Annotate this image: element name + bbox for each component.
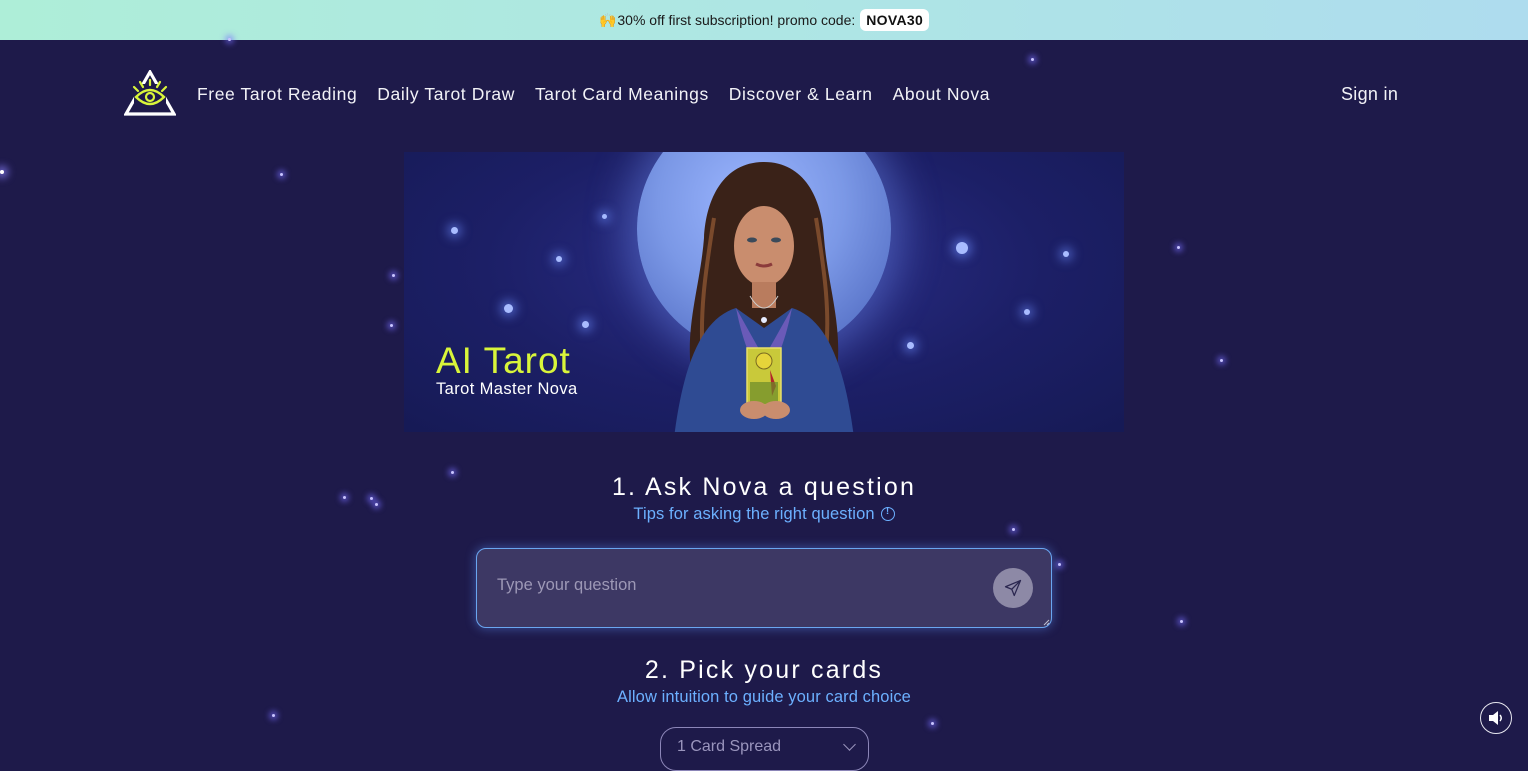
orb — [956, 242, 968, 254]
question-box — [476, 548, 1052, 628]
info-icon[interactable] — [880, 506, 895, 521]
nav-tarot-card-meanings[interactable]: Tarot Card Meanings — [535, 84, 709, 105]
nav-links: Free Tarot Reading Daily Tarot Draw Taro… — [197, 84, 990, 105]
tips-link-row: Tips for asking the right question — [0, 505, 1528, 524]
promo-text: 30% off first subscription! promo code: — [617, 12, 856, 28]
orb — [602, 214, 607, 219]
speaker-icon — [1489, 711, 1502, 725]
send-paper-plane-icon — [1004, 579, 1022, 597]
star — [280, 173, 283, 176]
star — [1058, 563, 1061, 566]
orb — [504, 304, 513, 313]
star — [272, 714, 275, 717]
star — [1220, 359, 1223, 362]
star — [1180, 620, 1183, 623]
chevron-down-icon — [843, 738, 856, 751]
nav-free-tarot-reading[interactable]: Free Tarot Reading — [197, 84, 357, 105]
step2-title: 2. Pick your cards — [644, 656, 884, 684]
star — [392, 274, 395, 277]
star — [1177, 246, 1180, 249]
star — [931, 722, 934, 725]
promo-banner: 🙌 30% off first subscription! promo code… — [0, 0, 1528, 40]
orb — [907, 342, 914, 349]
top-navigation: Free Tarot Reading Daily Tarot Draw Taro… — [0, 40, 1528, 152]
hero-banner: AI Tarot Tarot Master Nova — [404, 152, 1124, 432]
tips-link[interactable]: Tips for asking the right question — [633, 505, 874, 523]
eye-triangle-logo[interactable] — [124, 70, 176, 116]
resize-handle-icon[interactable] — [1042, 618, 1050, 626]
orb — [582, 321, 589, 328]
spread-select-value: 1 Card Spread — [677, 738, 782, 755]
celebrate-hands-icon: 🙌 — [598, 11, 617, 28]
sign-in-link[interactable]: Sign in — [1341, 84, 1398, 105]
question-input[interactable] — [497, 573, 977, 597]
nav-daily-tarot-draw[interactable]: Daily Tarot Draw — [377, 84, 515, 105]
step1-title: 1. Ask Nova a question — [611, 473, 917, 501]
orb — [556, 256, 562, 262]
star — [0, 170, 4, 174]
sound-toggle-button[interactable] — [1480, 702, 1512, 734]
orb — [1063, 251, 1069, 257]
hero-subtitle: Tarot Master Nova — [436, 380, 578, 398]
star — [390, 324, 393, 327]
orb — [451, 227, 458, 234]
promo-code-badge[interactable]: NOVA30 — [860, 9, 930, 31]
nav-about-nova[interactable]: About Nova — [893, 84, 990, 105]
hero-title: AI Tarot — [436, 340, 571, 381]
star — [1012, 528, 1015, 531]
orb — [1024, 309, 1030, 315]
nav-discover-learn[interactable]: Discover & Learn — [729, 84, 873, 105]
send-question-button[interactable] — [993, 568, 1033, 608]
card-spread-select[interactable]: 1 Card Spread — [660, 727, 869, 771]
tarot-reader-image — [674, 162, 854, 432]
step2-subtitle: Allow intuition to guide your card choic… — [617, 688, 911, 706]
